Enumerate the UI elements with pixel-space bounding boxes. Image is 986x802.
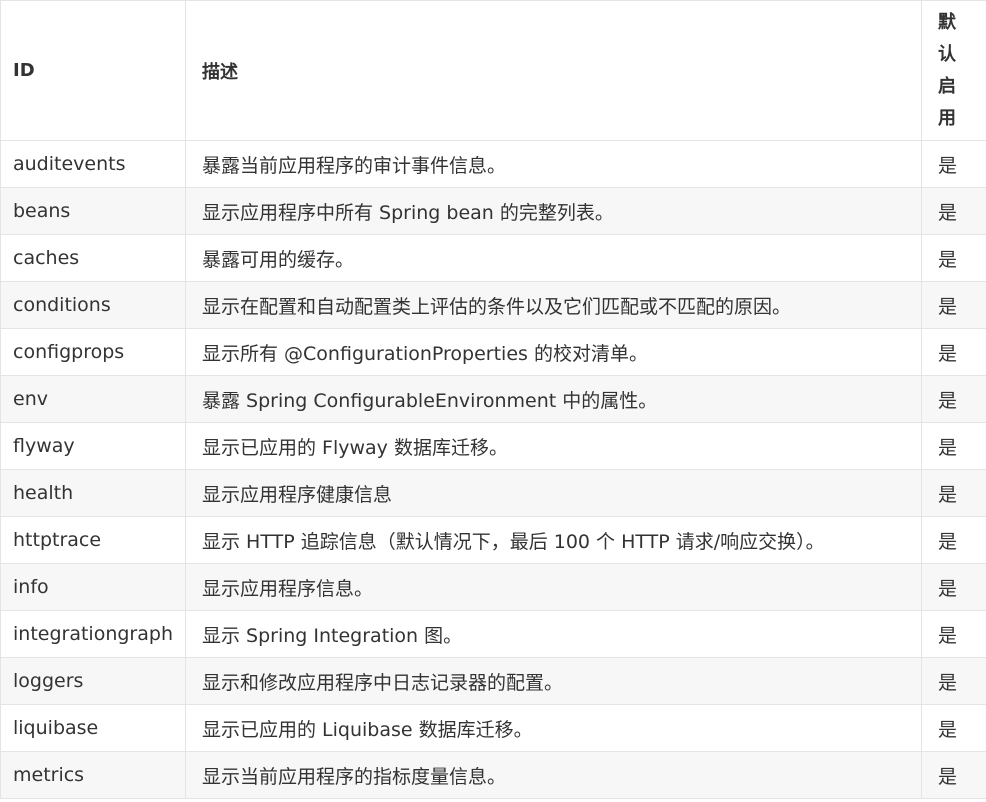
cell-enabled-by-default: 是 bbox=[921, 328, 986, 376]
cell-endpoint-id: info bbox=[0, 563, 186, 611]
header-row: ID 描述 默认启用 bbox=[0, 0, 986, 141]
cell-description: 暴露当前应用程序的审计事件信息。 bbox=[185, 140, 922, 188]
cell-endpoint-id: env bbox=[0, 375, 186, 423]
table-row: httptrace 显示 HTTP 追踪信息（默认情况下，最后 100 个 HTT… bbox=[0, 516, 986, 564]
cell-enabled-by-default: 是 bbox=[921, 751, 986, 799]
cell-description: 显示应用程序健康信息 bbox=[185, 469, 922, 517]
cell-description: 暴露可用的缓存。 bbox=[185, 234, 922, 282]
cell-enabled-by-default: 是 bbox=[921, 422, 986, 470]
cell-description: 显示 Spring Integration 图。 bbox=[185, 610, 922, 658]
cell-enabled-by-default: 是 bbox=[921, 563, 986, 611]
cell-endpoint-id: auditevents bbox=[0, 140, 186, 188]
cell-endpoint-id: metrics bbox=[0, 751, 186, 799]
cell-endpoint-id: loggers bbox=[0, 657, 186, 705]
header-enabled-by-default: 默认启用 bbox=[921, 0, 986, 141]
table-header: ID 描述 默认启用 bbox=[0, 0, 986, 141]
cell-enabled-by-default: 是 bbox=[921, 610, 986, 658]
cell-enabled-by-default: 是 bbox=[921, 140, 986, 188]
cell-endpoint-id: configprops bbox=[0, 328, 186, 376]
cell-endpoint-id: caches bbox=[0, 234, 186, 282]
cell-description: 显示应用程序中所有 Spring bean 的完整列表。 bbox=[185, 187, 922, 235]
table-row: conditions 显示在配置和自动配置类上评估的条件以及它们匹配或不匹配的原因… bbox=[0, 281, 986, 329]
cell-description: 显示应用程序信息。 bbox=[185, 563, 922, 611]
table-row: caches 暴露可用的缓存。是 bbox=[0, 234, 986, 282]
cell-endpoint-id: flyway bbox=[0, 422, 186, 470]
cell-endpoint-id: health bbox=[0, 469, 186, 517]
header-enabled-by-default-label: 默认启用 bbox=[938, 11, 956, 129]
table-row: flyway 显示已应用的 Flyway 数据库迁移。是 bbox=[0, 422, 986, 470]
table-row: loggers 显示和修改应用程序中日志记录器的配置。是 bbox=[0, 657, 986, 705]
table-body: auditevents 暴露当前应用程序的审计事件信息。是 beans 显示应用程序中… bbox=[0, 140, 986, 799]
table-row: health 显示应用程序健康信息是 bbox=[0, 469, 986, 517]
cell-endpoint-id: beans bbox=[0, 187, 186, 235]
table-row: metrics 显示当前应用程序的指标度量信息。是 bbox=[0, 751, 986, 799]
endpoints-table: ID 描述 默认启用 auditevents 暴露当前应用程序的审计事件信息。是 b… bbox=[0, 0, 986, 799]
cell-enabled-by-default: 是 bbox=[921, 281, 986, 329]
cell-description: 显示和修改应用程序中日志记录器的配置。 bbox=[185, 657, 922, 705]
cell-enabled-by-default: 是 bbox=[921, 469, 986, 517]
cell-description: 显示 HTTP 追踪信息（默认情况下，最后 100 个 HTTP 请求/响应交换… bbox=[185, 516, 922, 564]
header-description: 描述 bbox=[185, 0, 922, 141]
cell-description: 暴露 Spring ConfigurableEnvironment 中的属性。 bbox=[185, 375, 922, 423]
header-id: ID bbox=[0, 0, 186, 141]
table-row: info 显示应用程序信息。是 bbox=[0, 563, 986, 611]
cell-enabled-by-default: 是 bbox=[921, 187, 986, 235]
table-row: configprops 显示所有 @ConfigurationProperties… bbox=[0, 328, 986, 376]
table-row: liquibase 显示已应用的 Liquibase 数据库迁移。是 bbox=[0, 704, 986, 752]
cell-description: 显示已应用的 Liquibase 数据库迁移。 bbox=[185, 704, 922, 752]
cell-enabled-by-default: 是 bbox=[921, 657, 986, 705]
table-row: env 暴露 Spring ConfigurableEnvironment 中的属… bbox=[0, 375, 986, 423]
cell-endpoint-id: integrationgraph bbox=[0, 610, 186, 658]
cell-enabled-by-default: 是 bbox=[921, 234, 986, 282]
cell-description: 显示当前应用程序的指标度量信息。 bbox=[185, 751, 922, 799]
cell-description: 显示所有 @ConfigurationProperties 的校对清单。 bbox=[185, 328, 922, 376]
cell-endpoint-id: httptrace bbox=[0, 516, 186, 564]
table-row: auditevents 暴露当前应用程序的审计事件信息。是 bbox=[0, 140, 986, 188]
cell-description: 显示已应用的 Flyway 数据库迁移。 bbox=[185, 422, 922, 470]
cell-description: 显示在配置和自动配置类上评估的条件以及它们匹配或不匹配的原因。 bbox=[185, 281, 922, 329]
table-row: integrationgraph 显示 Spring Integration 图。… bbox=[0, 610, 986, 658]
cell-enabled-by-default: 是 bbox=[921, 375, 986, 423]
table-row: beans 显示应用程序中所有 Spring bean 的完整列表。是 bbox=[0, 187, 986, 235]
cell-endpoint-id: conditions bbox=[0, 281, 186, 329]
cell-enabled-by-default: 是 bbox=[921, 516, 986, 564]
cell-endpoint-id: liquibase bbox=[0, 704, 186, 752]
cell-enabled-by-default: 是 bbox=[921, 704, 986, 752]
